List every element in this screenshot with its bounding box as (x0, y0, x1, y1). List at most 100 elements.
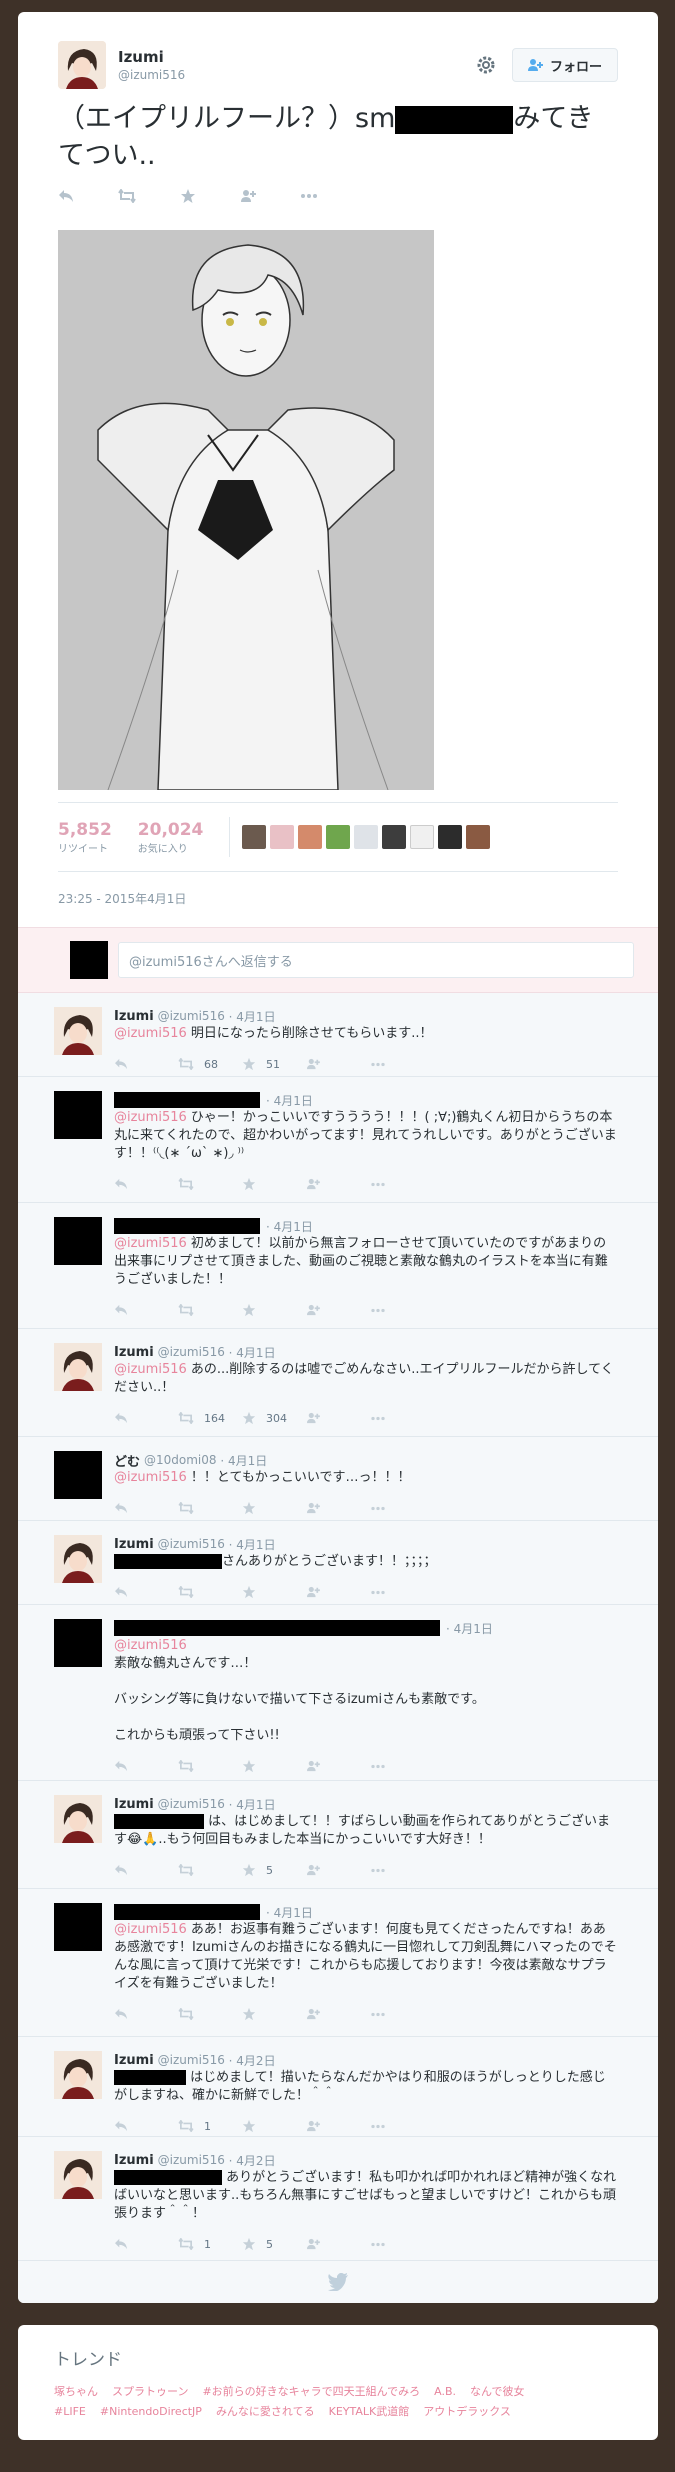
reply-date[interactable]: · 4月1日 (229, 1796, 276, 1813)
follow-user-button[interactable] (306, 1760, 370, 1772)
favorite-button[interactable]: 304 (242, 1411, 306, 1425)
more-button[interactable] (370, 1182, 434, 1187)
follow-user-button[interactable] (240, 189, 256, 203)
reply-item[interactable]: Izumi @izumi516 · 4月1日 @izumi516 あの...削除する… (18, 1329, 658, 1437)
reply-date[interactable]: · 4月1日 (266, 1218, 313, 1235)
trend-item[interactable]: スプラトゥーン (112, 2385, 188, 2398)
more-button[interactable] (370, 1764, 434, 1769)
follow-user-button[interactable] (306, 1412, 370, 1424)
reply-item[interactable]: どむ @10domi08 · 4月1日 @izumi516 ！！とてもかっこいいです… (18, 1437, 658, 1521)
retweet-button[interactable] (178, 1586, 242, 1598)
retweet-stat[interactable]: 5,852 リツイート (58, 820, 112, 855)
retweet-button[interactable]: 68 (178, 1058, 242, 1071)
author-avatar[interactable] (58, 41, 106, 89)
more-button[interactable] (370, 2012, 434, 2017)
retweet-button[interactable] (178, 1502, 242, 1514)
reply-item[interactable]: · 4月1日 @izumi516 素敵な鶴丸さんです…！ バッシング等に負けないで… (18, 1605, 658, 1781)
reply-date[interactable]: · 4月2日 (229, 2052, 276, 2069)
reply-item[interactable]: Izumi @izumi516 · 4月1日 さんありがとうございます！！；；；； (18, 1521, 658, 1605)
reply-author-name[interactable]: Izumi (114, 2153, 154, 2168)
reply-avatar[interactable] (54, 2151, 102, 2260)
reply-button[interactable] (114, 1178, 178, 1190)
reply-avatar[interactable] (54, 1619, 102, 1780)
reply-author-name[interactable]: Izumi (114, 1345, 154, 1360)
retweet-button[interactable] (118, 189, 136, 203)
reply-mention[interactable]: @izumi516 (114, 1362, 187, 1377)
reply-button[interactable] (114, 1586, 178, 1598)
likes-stat[interactable]: 20,024 お気に入り (138, 820, 204, 855)
reply-button[interactable] (114, 1864, 178, 1876)
reply-date[interactable]: · 4月1日 (446, 1620, 493, 1637)
reply-input[interactable]: @izumi516さんへ返信する (118, 942, 634, 978)
trend-item[interactable]: 塚ちゃん (54, 2385, 98, 2398)
liker-avatar[interactable] (466, 825, 491, 849)
reply-item[interactable]: Izumi @izumi516 · 4月1日 は、はじめまして！！すばらしい動画を… (18, 1781, 658, 1889)
more-button[interactable] (300, 193, 318, 199)
reply-author-handle[interactable]: @izumi516 (158, 2153, 225, 2167)
follow-user-button[interactable] (306, 2008, 370, 2020)
reply-button[interactable] (114, 1412, 178, 1424)
trend-item[interactable]: なんで彼女 (470, 2385, 524, 2398)
reply-author-name[interactable]: Izumi (114, 2053, 154, 2068)
follow-user-button[interactable] (306, 1178, 370, 1190)
liker-avatar[interactable] (242, 825, 267, 849)
retweet-button[interactable]: 164 (178, 1412, 242, 1425)
reply-item[interactable]: Izumi @izumi516 · 4月1日 @izumi516 明日になったら削除… (18, 993, 658, 1077)
reply-item[interactable]: · 4月1日 @izumi516 ああ！お返事有難うございます！何度も見てくださっ… (18, 1889, 658, 2037)
favorite-button[interactable] (180, 188, 196, 204)
reply-avatar[interactable] (54, 2051, 102, 2136)
reply-date[interactable]: · 4月2日 (229, 2152, 276, 2169)
follow-user-button[interactable] (306, 1586, 370, 1598)
reply-author-handle[interactable]: @izumi516 (158, 1345, 225, 1359)
favorite-button[interactable] (242, 1759, 306, 1773)
trend-item[interactable]: アウトデラックス (423, 2405, 511, 2418)
retweet-button[interactable] (178, 1304, 242, 1316)
liker-avatar[interactable] (298, 825, 323, 849)
favorite-button[interactable] (242, 1501, 306, 1515)
more-button[interactable] (370, 1590, 434, 1595)
retweet-button[interactable] (178, 1760, 242, 1772)
favorite-button[interactable] (242, 1303, 306, 1317)
reply-author-handle[interactable]: @izumi516 (158, 2053, 225, 2067)
favorite-button[interactable] (242, 1585, 306, 1599)
liker-avatar[interactable] (410, 825, 435, 849)
reply-button[interactable] (114, 1058, 178, 1070)
reply-button[interactable] (114, 2238, 178, 2250)
more-button[interactable] (370, 2124, 434, 2129)
reply-item[interactable]: · 4月1日 @izumi516 初めまして！以前から無言フォローさせて頂いていた… (18, 1203, 658, 1329)
trend-item[interactable]: A.B. (434, 2385, 456, 2398)
favorite-button[interactable]: 5 (242, 2237, 306, 2251)
reply-avatar[interactable] (54, 1535, 102, 1604)
liker-avatar[interactable] (438, 825, 463, 849)
reply-date[interactable]: · 4月1日 (220, 1452, 267, 1469)
retweet-button[interactable] (178, 1864, 242, 1876)
follow-user-button[interactable] (306, 2120, 370, 2132)
reply-author-handle[interactable]: @izumi516 (158, 1797, 225, 1811)
more-button[interactable] (370, 2242, 434, 2247)
reply-date[interactable]: · 4月1日 (229, 1008, 276, 1025)
more-button[interactable] (370, 1868, 434, 1873)
reply-avatar[interactable] (54, 1343, 102, 1436)
reply-button[interactable] (114, 2008, 178, 2020)
retweet-button[interactable]: 1 (178, 2238, 242, 2251)
settings-gear-icon[interactable] (474, 53, 498, 77)
reply-author-name[interactable]: Izumi (114, 1797, 154, 1812)
favorite-button[interactable]: 5 (242, 1863, 306, 1877)
retweet-button[interactable]: 1 (178, 2120, 242, 2133)
more-button[interactable] (370, 1506, 434, 1511)
tweet-timestamp[interactable]: 23:25 - 2015年4月1日 (58, 890, 618, 907)
reply-author-name[interactable]: Izumi (114, 1537, 154, 1552)
trend-item[interactable]: #お前らの好きなキャラで四天王組んでみろ (202, 2385, 420, 2398)
reply-date[interactable]: · 4月1日 (266, 1904, 313, 1921)
favorite-button[interactable] (242, 2007, 306, 2021)
reply-date[interactable]: · 4月1日 (266, 1092, 313, 1109)
reply-button[interactable] (114, 1304, 178, 1316)
reply-author-name[interactable]: Izumi (114, 1009, 154, 1024)
retweet-button[interactable] (178, 1178, 242, 1190)
reply-author-handle[interactable]: @izumi516 (158, 1009, 225, 1023)
reply-date[interactable]: · 4月1日 (229, 1536, 276, 1553)
reply-avatar[interactable] (54, 1795, 102, 1888)
reply-avatar[interactable] (54, 1451, 102, 1520)
reply-avatar[interactable] (54, 1217, 102, 1328)
reply-avatar[interactable] (54, 1007, 102, 1076)
